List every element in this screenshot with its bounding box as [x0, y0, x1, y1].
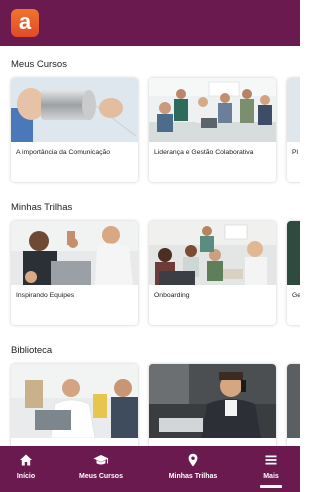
trail-card[interactable]: Inspirando Equipes: [11, 221, 138, 325]
nav-item-minhas-trilhas[interactable]: Minhas Trilhas: [160, 446, 226, 492]
section-title: Meus Cursos: [11, 59, 67, 70]
office-team-image: [149, 78, 276, 142]
graduation-cap-icon: [93, 455, 109, 465]
section-biblioteca: Biblioteca: [0, 332, 300, 446]
nav-item-meus-cursos[interactable]: Meus Cursos: [70, 446, 132, 492]
nav-label: Mais: [263, 473, 279, 480]
partial-image: [287, 221, 300, 285]
app-header: a: [0, 0, 300, 46]
section-title: Minhas Trilhas: [11, 202, 73, 213]
course-card[interactable]: Pl: [287, 78, 300, 182]
course-title: Pl: [292, 149, 299, 156]
trail-card[interactable]: Onboarding: [149, 221, 276, 325]
trail-title: Inspirando Equipes: [16, 292, 75, 299]
course-card[interactable]: A importância da Comunicação: [11, 78, 138, 182]
trail-title: Ge: [292, 292, 300, 299]
partial-image: [287, 364, 300, 438]
section-title: Biblioteca: [11, 345, 53, 356]
nav-label: Minhas Trilhas: [168, 473, 218, 480]
library-card[interactable]: [287, 364, 300, 446]
app-logo[interactable]: a: [11, 9, 39, 37]
man-laptop-image: [11, 364, 138, 438]
nav-item-inicio[interactable]: Início: [0, 446, 52, 492]
team-highfive-image: [11, 221, 138, 285]
course-card[interactable]: Liderança e Gestão Colaborativa: [149, 78, 276, 182]
can-phone-image: [11, 78, 138, 142]
section-minhas-trilhas: Minhas Trilhas Inspirando Equipes Onboar…: [0, 189, 300, 329]
meeting-laptop-image: [149, 221, 276, 285]
active-tab-indicator: [260, 485, 282, 488]
bottom-navigation: Início Meus Cursos Minhas Trilhas Mais: [0, 446, 300, 492]
nav-label: Meus Cursos: [79, 473, 123, 480]
home-content: Meus Cursos A importância da Comunicação…: [0, 46, 300, 446]
course-title: A importância da Comunicação: [16, 149, 111, 156]
nav-label: Início: [16, 473, 36, 480]
trail-title: Onboarding: [154, 292, 190, 299]
library-card[interactable]: [149, 364, 276, 446]
course-title: Liderança e Gestão Colaborativa: [154, 149, 254, 156]
map-pin-icon: [188, 453, 198, 467]
menu-icon: [265, 455, 277, 465]
home-icon: [20, 454, 32, 466]
library-card[interactable]: [11, 364, 138, 446]
partial-image: [287, 78, 300, 142]
man-phone-image: [149, 364, 276, 438]
section-meus-cursos: Meus Cursos A importância da Comunicação…: [0, 46, 300, 186]
trail-card[interactable]: Ge: [287, 221, 300, 325]
